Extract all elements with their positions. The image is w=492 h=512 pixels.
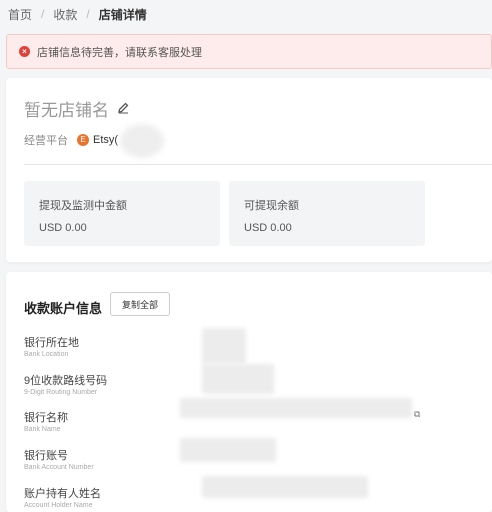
stat-value: USD 0.00 [244,222,292,234]
warning-alert: × 店铺信息待完善，请联系客服处理 [6,34,492,69]
field-label: 账户持有人姓名 [24,488,101,500]
available-balance-card: 可提现余额 USD 0.00 [229,181,425,246]
breadcrumb-payments[interactable]: 收款 [53,6,77,23]
field-bank-name: 银行名称 Bank Name [24,409,68,433]
field-label: 9位收款路线号码 [24,375,108,387]
field-sublabel: Bank Location [24,351,69,358]
store-name-text: 暂无店铺名 [24,101,109,120]
stat-label: 可提现余额 [244,200,299,212]
breadcrumb-separator: / [41,7,45,21]
store-info-card: 暂无店铺名 经营平台 E Etsy( 提现及监测中金额 USD 0.00 可提现… [6,78,492,262]
divider [24,164,492,165]
platform-name: Etsy( [93,134,119,146]
redacted-store-id [120,124,164,158]
field-routing-number: 9位收款路线号码 9-Digit Routing Number [24,372,107,396]
copy-icon[interactable]: ⧉ [414,409,420,420]
stat-label: 提现及监测中金额 [39,200,127,212]
field-sublabel: Account Holder Name [24,502,93,509]
section-title: 收款账户信息 [24,301,103,316]
breadcrumb-separator: / [86,7,90,21]
field-sublabel: Bank Name [24,426,61,433]
error-icon: × [19,46,30,57]
edit-icon[interactable] [117,101,130,117]
field-bank-location: 银行所在地 Bank Location [24,334,79,358]
platform-label: 经营平台 [24,135,68,147]
breadcrumb: 首页 / 收款 / 店铺详情 [0,0,492,28]
redacted-value [180,438,276,462]
breadcrumb-current: 店铺详情 [98,7,147,22]
field-label: 银行名称 [24,412,68,424]
stat-value: USD 0.00 [39,222,87,234]
etsy-icon: E [77,134,89,146]
alert-text: 店铺信息待完善，请联系客服处理 [37,46,202,59]
field-account-number: 银行账号 Bank Account Number [24,447,94,471]
redacted-value [202,364,274,394]
field-sublabel: Bank Account Number [24,464,94,471]
redacted-value [180,398,412,418]
redacted-value [202,476,368,498]
account-info-card: 收款账户信息 复制全部 银行所在地 Bank Location 9位收款路线号码… [6,272,492,512]
withdrawing-amount-card: 提现及监测中金额 USD 0.00 [24,181,220,246]
breadcrumb-home[interactable]: 首页 [8,6,32,23]
platform-row: 经营平台 E Etsy( [24,132,118,148]
field-account-holder: 账户持有人姓名 Account Holder Name [24,485,101,509]
redacted-value [202,328,246,364]
copy-all-button[interactable]: 复制全部 [110,292,170,316]
field-label: 银行所在地 [24,337,79,349]
field-label: 银行账号 [24,450,68,462]
store-name: 暂无店铺名 [24,96,130,121]
field-sublabel: 9-Digit Routing Number [24,389,98,396]
